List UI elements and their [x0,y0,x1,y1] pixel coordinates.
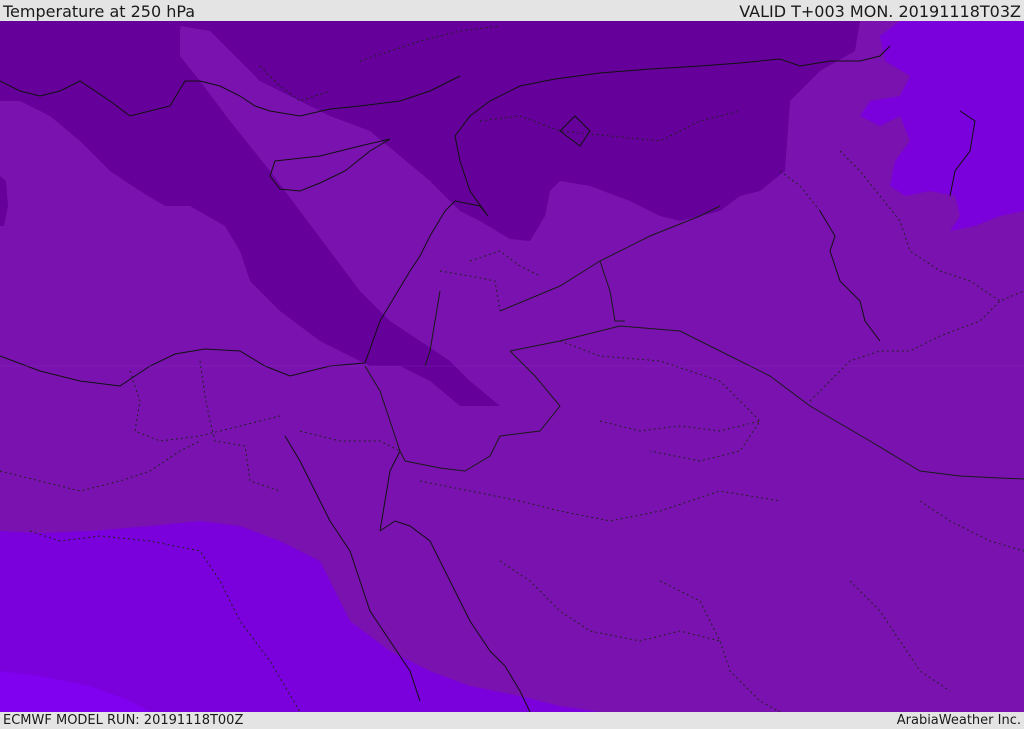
credit: ArabiaWeather Inc. [896,713,1021,728]
model-run: ECMWF MODEL RUN: 20191118T00Z [3,713,244,728]
footer-bar: ECMWF MODEL RUN: 20191118T00Z ArabiaWeat… [0,712,1024,729]
map-title: Temperature at 250 hPa [3,2,196,21]
valid-time: VALID T+003 MON. 20191118T03Z [739,2,1021,21]
header-bar: Temperature at 250 hPa VALID T+003 MON. … [0,0,1024,21]
weather-map [0,21,1024,712]
